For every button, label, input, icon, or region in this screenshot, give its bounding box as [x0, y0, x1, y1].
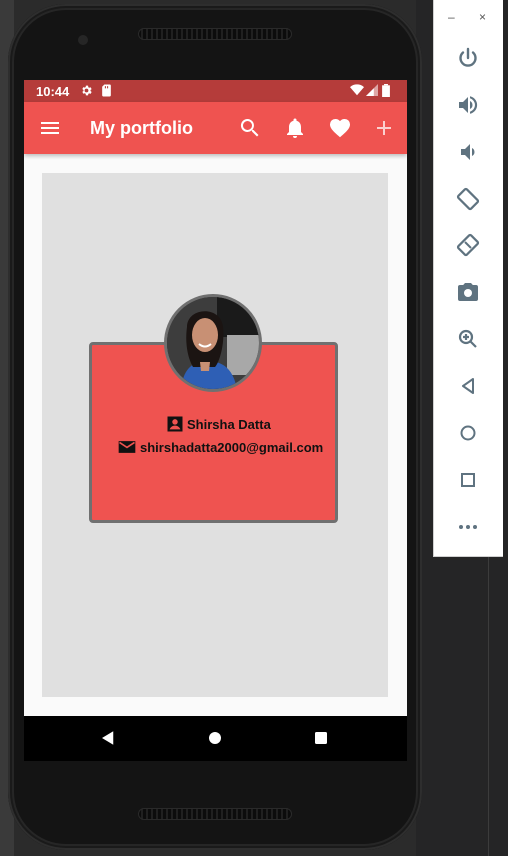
- status-time: 10:44: [36, 84, 70, 99]
- profile-name: Shirsha Datta: [187, 416, 271, 432]
- back-icon[interactable]: [99, 729, 117, 747]
- device-screen: 10:44 My portfolio Shirsha Datta shirsha…: [24, 80, 407, 761]
- contact-icon: [167, 416, 183, 432]
- navigation-bar: [24, 716, 407, 761]
- wifi-icon: [350, 84, 364, 96]
- bottom-speaker: [138, 808, 292, 820]
- status-bar: 10:44: [24, 80, 407, 102]
- overview-icon[interactable]: [456, 468, 480, 492]
- minimize-button[interactable]: –: [448, 10, 455, 24]
- home-icon[interactable]: [456, 421, 480, 445]
- recents-icon[interactable]: [312, 729, 330, 747]
- app-title: My portfolio: [90, 118, 193, 138]
- rotate-right-icon[interactable]: [456, 233, 480, 257]
- more-icon[interactable]: [456, 515, 480, 539]
- profile-avatar: [164, 294, 262, 392]
- profile-photo: [167, 297, 259, 389]
- front-camera: [78, 35, 88, 45]
- profile-name-row: Shirsha Datta: [165, 414, 271, 434]
- rotate-left-icon[interactable]: [456, 187, 480, 211]
- signal-icon: [366, 84, 378, 96]
- app-bar: My portfolio: [24, 102, 407, 154]
- top-speaker: [138, 28, 292, 40]
- zoom-icon[interactable]: [456, 327, 480, 351]
- menu-icon[interactable]: [38, 116, 62, 140]
- profile-email-row: shirshadatta2000@gmail.com: [116, 437, 323, 457]
- search-icon[interactable]: [238, 116, 262, 140]
- volume-up-icon[interactable]: [456, 93, 480, 117]
- volume-down-icon[interactable]: [456, 140, 480, 164]
- back-icon[interactable]: [456, 374, 480, 398]
- close-button[interactable]: ×: [479, 10, 486, 24]
- battery-icon: [382, 84, 390, 97]
- settings-icon: [82, 85, 92, 96]
- mail-icon: [118, 441, 136, 453]
- camera-icon[interactable]: [456, 280, 480, 304]
- profile-email: shirshadatta2000@gmail.com: [140, 439, 324, 455]
- power-icon[interactable]: [456, 46, 480, 70]
- sd-card-icon: [102, 84, 111, 97]
- bell-icon[interactable]: [283, 116, 307, 140]
- heart-icon[interactable]: [328, 116, 352, 140]
- emulator-panel: – ×: [433, 0, 503, 557]
- add-icon[interactable]: [372, 116, 396, 140]
- home-icon[interactable]: [206, 729, 224, 747]
